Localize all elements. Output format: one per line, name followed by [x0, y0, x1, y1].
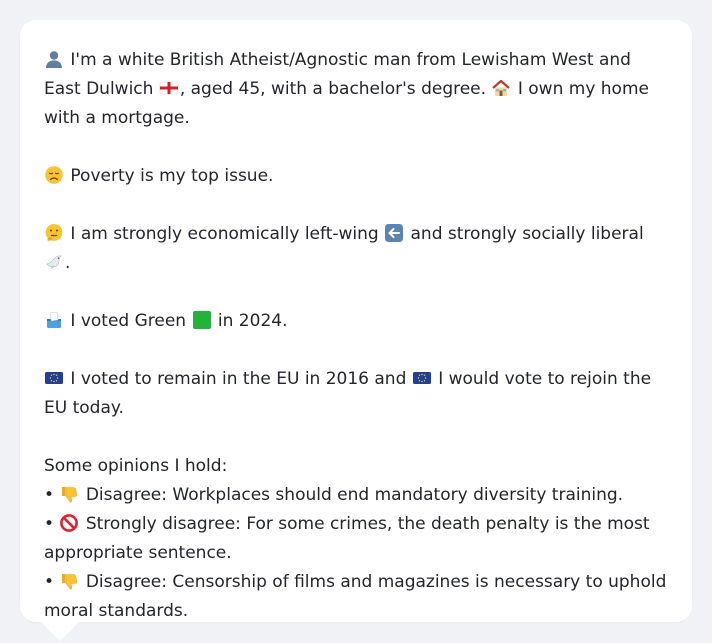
bullet: • — [44, 485, 55, 505]
eu-text-1: I voted to remain in the EU in 2016 and — [70, 369, 407, 389]
person-silhouette-icon — [44, 49, 64, 69]
vote-text: I voted Green — [70, 311, 187, 331]
profile-message-bubble: I'm a white British Atheist/Agnostic man… — [20, 20, 692, 622]
ideology-paragraph: I am strongly economically left-wing and… — [44, 220, 668, 278]
bubble-tail — [40, 621, 80, 641]
house-icon — [491, 78, 511, 98]
ideology-text-2: and strongly socially liberal — [410, 224, 644, 244]
top-issue-paragraph: Poverty is my top issue. — [44, 162, 668, 191]
intro-paragraph: I'm a white British Atheist/Agnostic man… — [44, 46, 668, 133]
eu-flag-icon — [412, 368, 432, 388]
thinking-face-icon — [44, 223, 64, 243]
left-arrow-icon — [384, 223, 404, 243]
thumbs-down-icon — [59, 571, 79, 591]
ballot-box-icon — [44, 310, 64, 330]
vote-paragraph: I voted Green in 2024. — [44, 307, 668, 336]
green-square-icon — [192, 310, 212, 330]
ideology-text-1: I am strongly economically left-wing — [70, 224, 379, 244]
opinion-text: Disagree: Workplaces should end mandator… — [85, 485, 624, 505]
opinions-heading: Some opinions I hold: — [44, 456, 228, 476]
bullet: • — [44, 572, 55, 592]
opinion-text: Disagree: Censorship of films and magazi… — [44, 572, 667, 621]
opinion-item: • Disagree: Censorship of films and maga… — [44, 568, 668, 626]
thumbs-down-icon — [59, 484, 79, 504]
dove-icon — [44, 252, 64, 272]
ideology-text-3: . — [65, 253, 71, 273]
eu-flag-icon — [44, 368, 64, 388]
prohibited-icon — [59, 513, 79, 533]
disappointed-face-icon — [44, 165, 64, 185]
opinion-item: • Strongly disagree: For some crimes, th… — [44, 510, 668, 568]
opinion-item: • Disagree: Workplaces should end mandat… — [44, 481, 668, 510]
opinions-section: Some opinions I hold: • Disagree: Workpl… — [44, 452, 668, 626]
intro-text-2: , aged 45, with a bachelor's degree. — [179, 79, 487, 99]
vote-text-end: in 2024. — [217, 311, 288, 331]
opinion-text: Strongly disagree: For some crimes, the … — [44, 514, 650, 563]
england-flag-icon — [159, 78, 179, 98]
top-issue-text: Poverty is my top issue. — [70, 166, 274, 186]
bullet: • — [44, 514, 55, 534]
eu-paragraph: I voted to remain in the EU in 2016 and … — [44, 365, 668, 423]
